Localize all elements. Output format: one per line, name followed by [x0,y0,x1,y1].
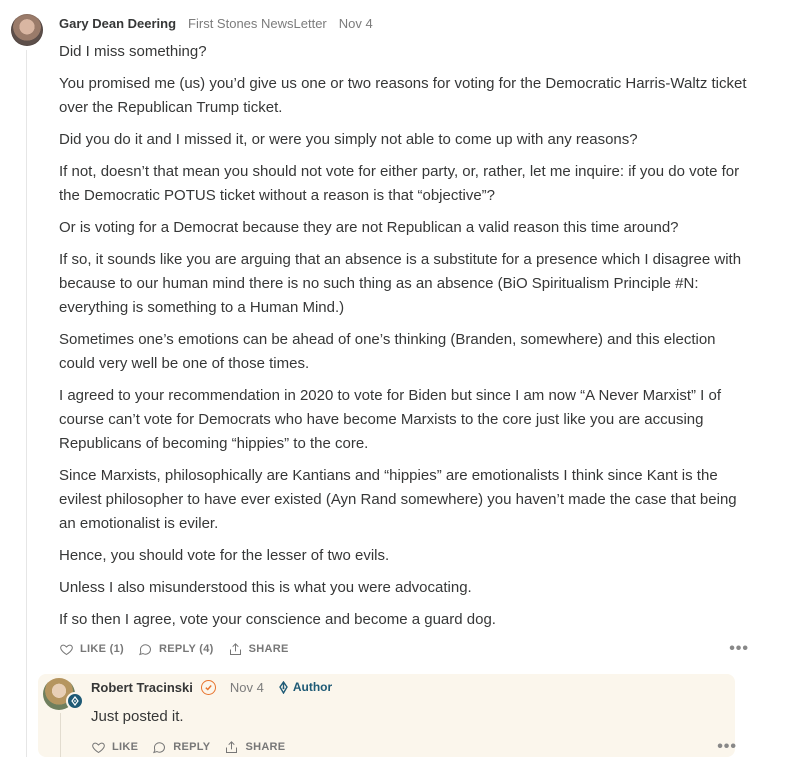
share-icon [226,740,238,753]
comment-date[interactable]: Nov 4 [339,16,373,31]
share-label: SHARE [248,643,289,655]
pen-nib-icon [279,680,288,694]
share-icon [229,642,241,655]
reply-button[interactable]: REPLY [152,740,210,755]
heart-icon [92,742,105,753]
author-tag: Author [278,680,332,694]
reply-label: REPLY [173,741,211,753]
comment-meta: Gary Dean Deering First Stones NewsLette… [59,14,749,32]
author-tag-label: Author [292,680,333,694]
comment-paragraph: If so then I agree, vote your conscience… [59,611,496,628]
heart-icon [60,644,73,655]
comment-paragraph: Sometimes one’s emotions can be ahead of… [59,331,716,372]
verified-check-icon [200,679,216,695]
reply-text: Just posted it. [91,708,184,725]
share-button[interactable]: SHARE [224,740,285,755]
comment-paragraph: I agreed to your recommendation in 2020 … [59,387,721,452]
comment-actions: LIKE (1) REPLY (4) SHARE ••• [59,640,749,658]
speech-bubble-icon [138,643,151,655]
comment-paragraph: You promised me (us) you’d give us one o… [59,75,747,116]
comment-paragraph: Since Marxists, philosophically are Kant… [59,467,737,532]
more-icon[interactable]: ••• [717,738,737,756]
comment-paragraph: If not, doesn’t that mean you should not… [59,163,740,204]
reply-meta: Robert Tracinski Nov 4 Author [91,678,737,696]
thread-line [26,50,27,757]
like-button[interactable]: LIKE [91,740,138,755]
more-icon[interactable]: ••• [729,640,749,658]
reply-button[interactable]: REPLY (4) [138,642,214,657]
comment-paragraph: Did you do it and I missed it, or were y… [59,131,638,148]
comment-paragraph: Unless I also misunderstood this is what… [59,579,472,596]
avatar[interactable] [11,14,43,46]
like-button[interactable]: LIKE (1) [59,642,124,657]
publication-name[interactable]: First Stones NewsLetter [188,16,327,31]
like-label: LIKE (1) [80,643,124,655]
comment-paragraph: Or is voting for a Democrat because they… [59,219,679,236]
reply-actions: LIKE REPLY SHARE ••• [91,738,737,756]
comment: Gary Dean Deering First Stones NewsLette… [59,14,749,658]
speech-bubble-icon [153,741,166,753]
reply-thread-line [60,713,61,757]
comment-paragraph: Did I miss something? [59,43,207,60]
comment-paragraph: Hence, you should vote for the lesser of… [59,547,390,564]
author-name[interactable]: Gary Dean Deering [59,16,176,31]
pen-nib-icon [66,692,84,710]
reply-date[interactable]: Nov 4 [230,680,264,695]
share-button[interactable]: SHARE [228,642,289,657]
comment-body: Did I miss something? You promised me (u… [59,40,749,632]
reply-author-name[interactable]: Robert Tracinski [91,680,193,695]
comment-paragraph: If so, it sounds like you are arguing th… [59,251,742,316]
reply-comment: Robert Tracinski Nov 4 Author Just poste… [91,678,737,756]
reply-label: REPLY (4) [158,643,214,655]
like-label: LIKE [112,741,139,753]
share-label: SHARE [245,741,286,753]
